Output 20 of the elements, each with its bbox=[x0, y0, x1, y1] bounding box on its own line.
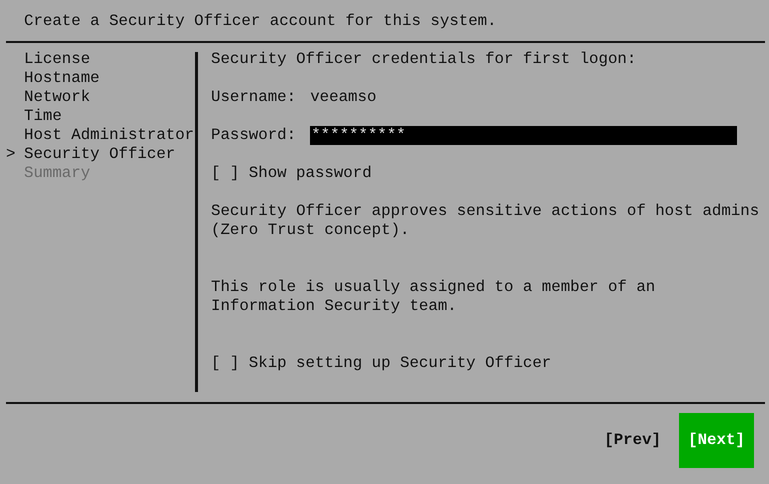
checkbox-label: Skip setting up Security Officer bbox=[248, 354, 552, 373]
username-label: Username: bbox=[211, 88, 298, 107]
step-item[interactable]: Security Officer bbox=[24, 145, 176, 164]
current-step-marker: > bbox=[6, 145, 16, 163]
section-heading: Security Officer credentials for first logon: bbox=[211, 50, 636, 68]
step-item[interactable]: License bbox=[24, 50, 90, 69]
screen-title: Create a Security Officer account for this system. bbox=[24, 12, 497, 30]
step-item[interactable]: Host Administrator bbox=[24, 126, 194, 145]
description-text: This role is usually assigned to a member of an Information Security team. bbox=[211, 278, 656, 316]
step-item[interactable]: Hostname bbox=[24, 69, 100, 88]
password-field[interactable]: ********** bbox=[310, 126, 738, 145]
step-item[interactable]: Network bbox=[24, 88, 90, 107]
step-item[interactable]: Time bbox=[24, 107, 62, 126]
prev-button[interactable]: [Prev] bbox=[604, 413, 661, 468]
checkbox[interactable]: [ ] bbox=[211, 354, 249, 373]
username-value: veeamso bbox=[310, 88, 376, 107]
description-text: Security Officer approves sensitive actions of host admins (Zero Trust concept). bbox=[211, 202, 760, 240]
checkbox[interactable]: [ ] bbox=[211, 164, 249, 183]
password-label: Password: bbox=[211, 126, 298, 145]
checkbox-label: Show password bbox=[248, 164, 372, 183]
